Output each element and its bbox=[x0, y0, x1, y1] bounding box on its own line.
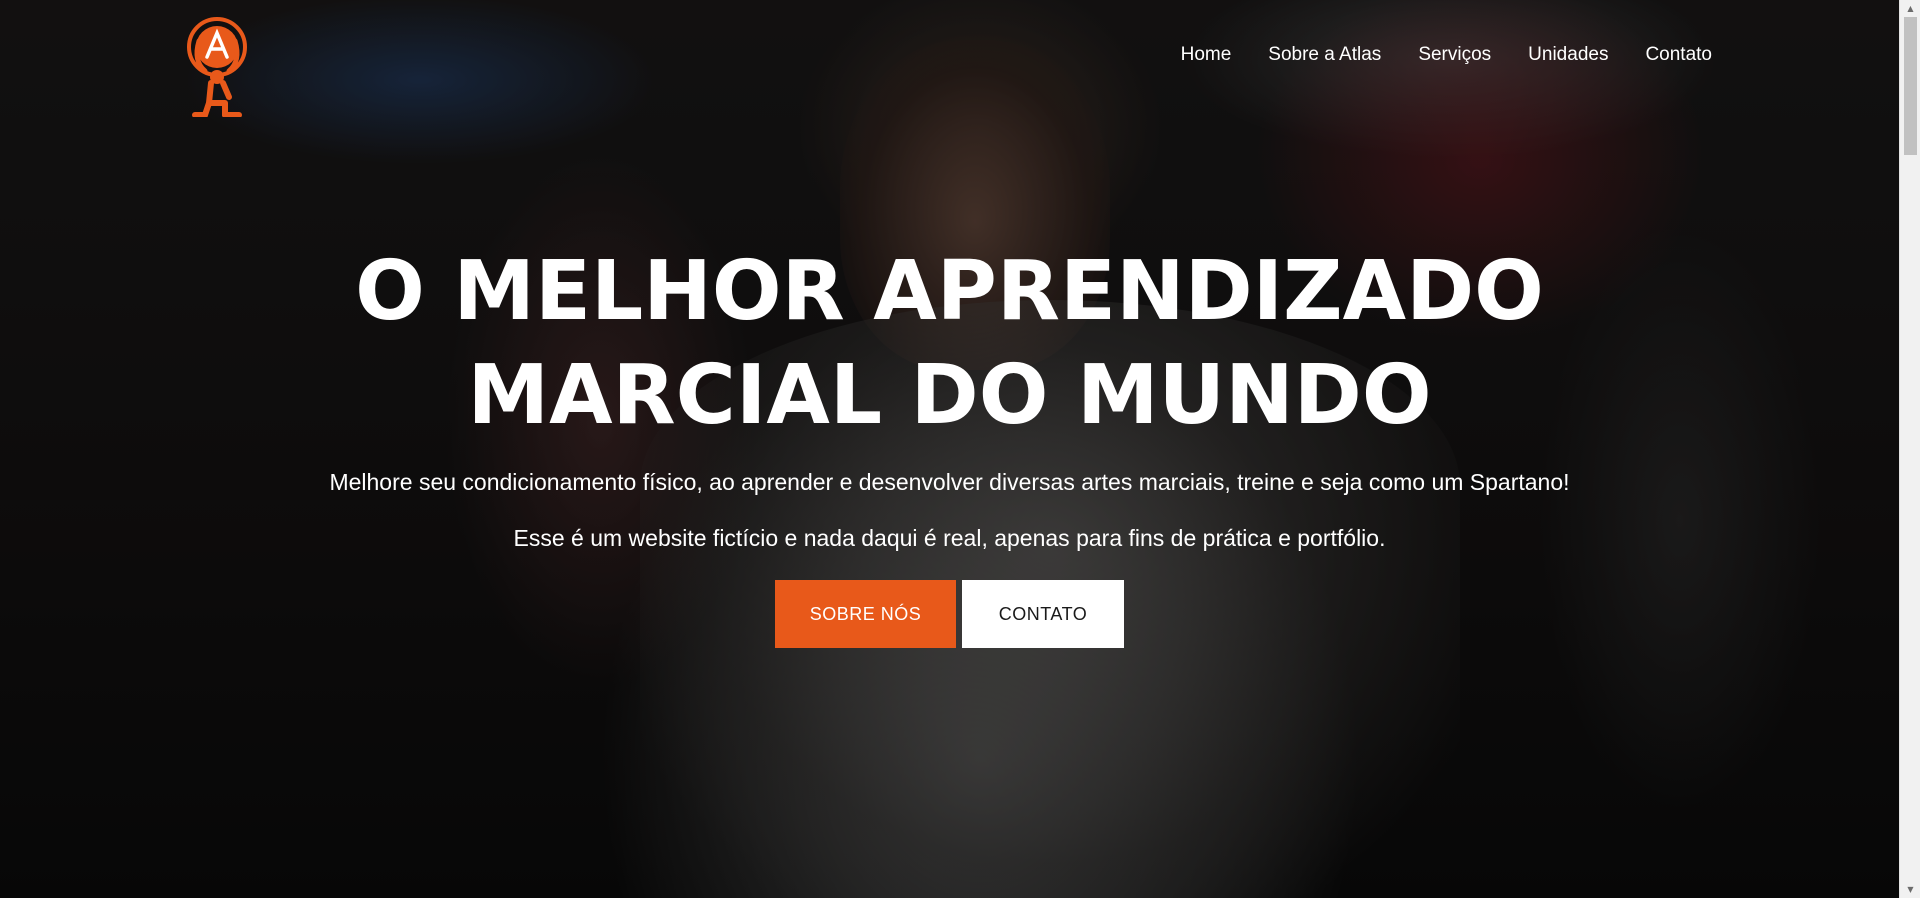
scrollbar-thumb[interactable] bbox=[1904, 17, 1917, 155]
main-nav: Home Sobre a Atlas Serviços Unidades Con… bbox=[1181, 44, 1712, 66]
scroll-up-arrow-icon[interactable]: ▲ bbox=[1900, 0, 1920, 17]
nav-item-servicos[interactable]: Serviços bbox=[1418, 44, 1491, 66]
hero-content: O MELHOR APRENDIZADO MARCIAL DO MUNDO Me… bbox=[0, 240, 1899, 648]
scroll-down-arrow-icon[interactable]: ▼ bbox=[1900, 881, 1920, 898]
nav-item-home[interactable]: Home bbox=[1181, 44, 1232, 66]
hero-headline: O MELHOR APRENDIZADO MARCIAL DO MUNDO bbox=[355, 244, 1544, 443]
hero-subtitle: Melhore seu condicionamento físico, ao a… bbox=[329, 469, 1570, 495]
nav-item-unidades[interactable]: Unidades bbox=[1528, 44, 1608, 66]
site-header: Home Sobre a Atlas Serviços Unidades Con… bbox=[0, 0, 1899, 120]
hero-disclaimer: Esse é um website fictício e nada daqui … bbox=[513, 525, 1386, 551]
atlas-figure-logo-icon bbox=[187, 17, 247, 118]
sobre-nos-button[interactable]: SOBRE NÓS bbox=[775, 580, 956, 648]
nav-item-sobre-a-atlas[interactable]: Sobre a Atlas bbox=[1268, 44, 1381, 66]
nav-item-contato[interactable]: Contato bbox=[1645, 44, 1712, 66]
contato-button[interactable]: CONTATO bbox=[962, 580, 1124, 648]
hero-buttons: SOBRE NÓS CONTATO bbox=[0, 580, 1899, 648]
atlas-logo-icon[interactable] bbox=[185, 17, 249, 118]
page-scrollbar[interactable]: ▲ ▼ bbox=[1899, 0, 1920, 898]
